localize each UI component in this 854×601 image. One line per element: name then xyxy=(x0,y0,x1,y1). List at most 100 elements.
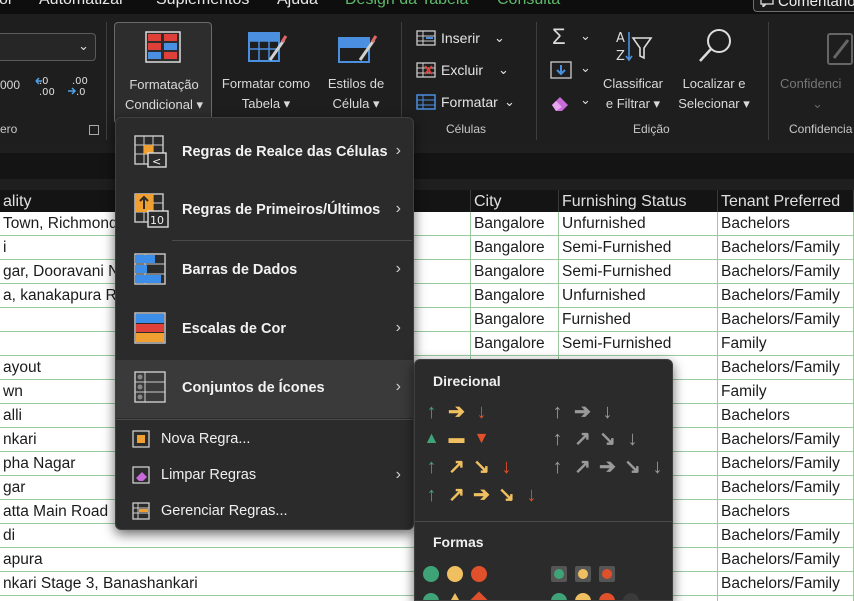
tab-exibir[interactable]: ói xyxy=(0,0,11,9)
number-format-dropdown[interactable]: ⌄ xyxy=(0,33,96,61)
cell-furnishing-status[interactable]: Furnished xyxy=(559,308,718,332)
decrease-decimal-icon: .00.0 xyxy=(68,76,88,98)
cell-tenant-preferred[interactable]: Bachelors/Family xyxy=(718,236,854,260)
insert-button[interactable]: Inserir ⌄ xyxy=(416,26,526,50)
menu-item-data-bars[interactable]: Barras de Dados › xyxy=(116,242,413,300)
delete-label: Excluir xyxy=(441,62,484,78)
highlight-rules-icon: < xyxy=(134,135,167,168)
iconset-3-traffic-lights[interactable] xyxy=(423,566,503,586)
autosum-button[interactable]: Σ ⌄ xyxy=(550,24,594,50)
arrow-up-icon: ↑ xyxy=(426,401,437,423)
cell-tenant-preferred[interactable]: Family xyxy=(718,332,854,356)
cell-furnishing-status[interactable]: Semi-Furnished xyxy=(559,332,718,356)
tab-ajuda[interactable]: Ajuda xyxy=(277,0,318,9)
comment-icon xyxy=(760,0,774,7)
decrease-decimal-button[interactable]: .00.0 xyxy=(66,74,90,98)
cell-locality[interactable] xyxy=(0,596,471,601)
cell-locality[interactable]: apura xyxy=(0,548,471,572)
cell-city[interactable]: Bangalore xyxy=(471,236,559,260)
cell-city[interactable]: Bangalore xyxy=(471,332,559,356)
cell-furnishing-status[interactable]: Semi-Furnished xyxy=(559,260,718,284)
cell-tenant-preferred[interactable]: Bachelors/Family xyxy=(718,572,854,596)
svg-text:.0: .0 xyxy=(76,87,86,98)
cell-city[interactable]: Bangalore xyxy=(471,212,559,236)
number-group-label: ero xyxy=(0,122,18,136)
arrow-up-right-icon: ↗ xyxy=(574,456,591,478)
header-furnishing-status[interactable]: Furnishing Status xyxy=(559,190,718,212)
cell-tenant-preferred[interactable] xyxy=(718,596,854,601)
delete-button[interactable]: Excluir ⌄ xyxy=(416,58,526,82)
chevron-down-icon: ⌄ xyxy=(580,92,591,107)
arrow-right-icon: ➔ xyxy=(574,401,591,423)
menu-item-highlight-cell-rules[interactable]: < Regras de Realce das Células › xyxy=(116,124,413,182)
fill-button[interactable]: ⌄ xyxy=(550,58,594,82)
tab-design-da-tabela[interactable]: Design da Tabela xyxy=(345,0,468,9)
menu-item-clear-rules[interactable]: Limpar Regras › xyxy=(116,457,413,493)
cell-tenant-preferred[interactable]: Bachelors/Family xyxy=(718,356,854,380)
manage-rules-icon xyxy=(132,502,150,520)
cell-locality[interactable]: nkari Stage 3, Banashankari xyxy=(0,572,471,596)
menu-item-new-rule[interactable]: Nova Regra... xyxy=(116,421,413,457)
cell-tenant-preferred[interactable]: Bachelors/Family xyxy=(718,476,854,500)
iconset-3-signs[interactable] xyxy=(423,591,503,600)
chevron-down-icon: ⌄ xyxy=(504,94,515,109)
cell-city[interactable]: Bangalore xyxy=(471,284,559,308)
iconset-4-traffic-lights[interactable] xyxy=(551,593,661,600)
sort-filter-label-2: e Filtrar ▾ xyxy=(605,96,661,111)
find-select-button[interactable]: Localizar e Selecionar ▾ xyxy=(670,22,758,124)
tab-automatizar[interactable]: Automatizar xyxy=(39,0,124,9)
cell-furnishing-status[interactable]: Semi-Furnished xyxy=(559,236,718,260)
iconset-3-traffic-lights-rimmed[interactable] xyxy=(551,566,631,586)
header-city[interactable]: City xyxy=(471,190,559,212)
cell-city[interactable]: Bangalore xyxy=(471,308,559,332)
iconset-4-arrows-gray[interactable]: ↑ ↗ ↘ ↓ xyxy=(545,428,645,450)
increase-decimal-icon: .0.00 xyxy=(35,76,55,98)
dialog-launcher-icon[interactable] xyxy=(89,125,99,135)
arrow-up-right-icon: ↗ xyxy=(448,456,465,478)
cell-tenant-preferred[interactable]: Bachelors xyxy=(718,212,854,236)
cell-tenant-preferred[interactable]: Bachelors/Family xyxy=(718,308,854,332)
cell-furnishing-status[interactable]: Unfurnished xyxy=(559,284,718,308)
conditional-formatting-button[interactable]: Formatação Condicional ▾ xyxy=(114,22,212,124)
format-label: Formatar xyxy=(441,94,498,110)
cell-tenant-preferred[interactable]: Bachelors/Family xyxy=(718,452,854,476)
cell-furnishing-status[interactable]: Unfurnished xyxy=(559,212,718,236)
menu-item-icon-sets[interactable]: Conjuntos de Ícones › xyxy=(116,360,413,418)
cell-tenant-preferred[interactable]: Bachelors xyxy=(718,500,854,524)
chevron-down-icon: ⌄ xyxy=(498,62,509,77)
increase-decimal-button[interactable]: .0.00 xyxy=(35,74,57,98)
iconset-3-arrows-colored[interactable]: ↑ ➔ ↓ xyxy=(419,401,494,423)
cell-tenant-preferred[interactable]: Bachelors/Family xyxy=(718,284,854,308)
chevron-down-icon: ⌄ xyxy=(812,96,823,111)
chevron-down-icon: ⌄ xyxy=(78,38,89,53)
menu-item-top-bottom-rules[interactable]: 10 Regras de Primeiros/Últimos › xyxy=(116,182,413,240)
sort-filter-label-1: Classificar xyxy=(603,76,663,91)
cell-tenant-preferred[interactable]: Family xyxy=(718,380,854,404)
format-cells-button[interactable]: Formatar ⌄ xyxy=(416,90,526,114)
sort-filter-button[interactable]: A Z Classificar e Filtrar ▾ xyxy=(598,22,668,124)
cell-styles-button[interactable]: Estilos de Célula ▾ xyxy=(320,22,392,124)
header-tenant-preferred[interactable]: Tenant Preferred xyxy=(718,190,854,212)
svg-text:.00: .00 xyxy=(39,87,55,98)
iconset-5-arrows-gray[interactable]: ↑ ↗ ➔ ↘ ↓ xyxy=(545,456,670,478)
tab-consulta[interactable]: Consulta xyxy=(497,0,560,9)
arrow-down-right-icon: ↘ xyxy=(473,456,490,478)
clear-button[interactable]: ⌄ xyxy=(550,90,594,114)
cell-tenant-preferred[interactable]: Bachelors xyxy=(718,404,854,428)
clear-rules-icon xyxy=(132,466,150,484)
menu-item-manage-rules[interactable]: Gerenciar Regras... xyxy=(116,493,413,529)
comments-button[interactable]: Comentários xyxy=(753,0,854,12)
iconset-3-triangles[interactable]: ▲ ▬ ▼ xyxy=(419,428,494,450)
format-as-table-button[interactable]: Formatar como Tabela ▾ xyxy=(214,22,318,124)
menu-item-color-scales[interactable]: Escalas de Cor › xyxy=(116,301,413,359)
tab-suplementos[interactable]: Suplementos xyxy=(156,0,249,9)
yellow-triangle-icon xyxy=(447,593,463,600)
cell-tenant-preferred[interactable]: Bachelors/Family xyxy=(718,524,854,548)
cell-tenant-preferred[interactable]: Bachelors/Family xyxy=(718,260,854,284)
iconset-5-arrows-colored[interactable]: ↑ ↗ ➔ ↘ ↓ xyxy=(419,484,544,506)
iconset-3-arrows-gray[interactable]: ↑ ➔ ↓ xyxy=(545,401,620,423)
cell-tenant-preferred[interactable]: Bachelors/Family xyxy=(718,428,854,452)
cell-tenant-preferred[interactable]: Bachelors/Family xyxy=(718,548,854,572)
iconset-4-arrows-colored[interactable]: ↑ ↗ ↘ ↓ xyxy=(419,456,519,478)
cell-city[interactable]: Bangalore xyxy=(471,260,559,284)
